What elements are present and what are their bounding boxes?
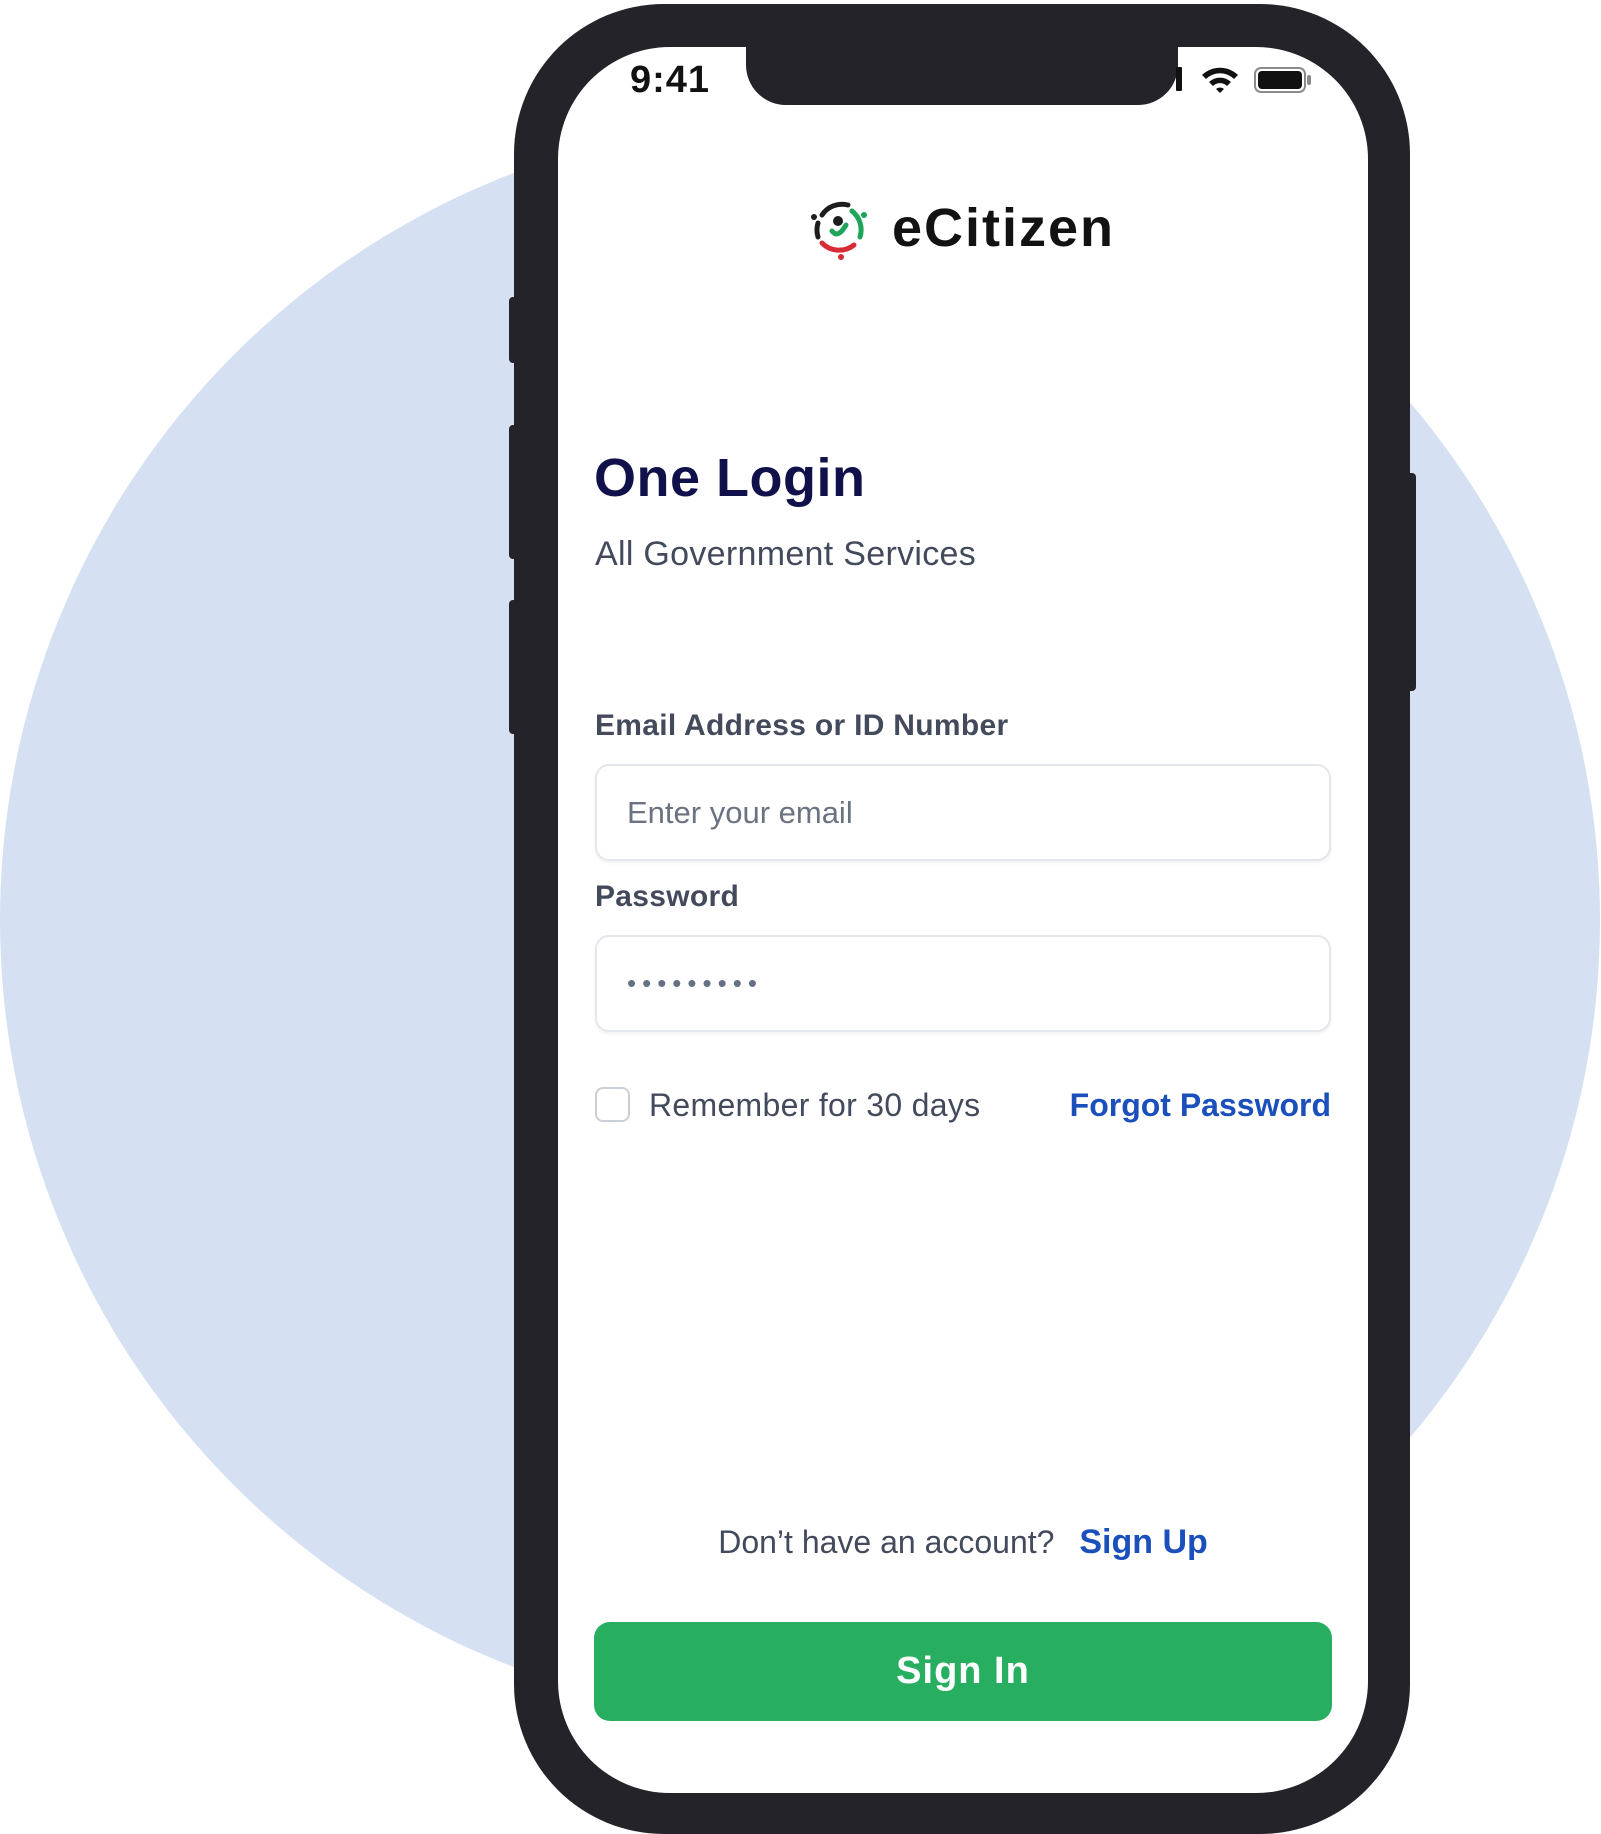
remember-label[interactable]: Remember for 30 days — [649, 1087, 980, 1124]
password-input[interactable]: ••••••••• — [595, 935, 1331, 1032]
battery-icon — [1254, 67, 1311, 93]
email-input[interactable] — [595, 764, 1331, 861]
status-time: 9:41 — [630, 59, 711, 101]
remember-row: Remember for 30 days Forgot Password — [595, 1087, 1331, 1127]
phone-notch — [746, 47, 1178, 105]
brand-name: eCitizen — [892, 198, 1116, 258]
ecitizen-logo-icon — [811, 201, 867, 260]
brand: eCitizen — [808, 195, 1148, 261]
cellular-icon — [1176, 67, 1182, 91]
signup-row: Don’t have an account? Sign Up — [558, 1523, 1368, 1562]
remember-checkbox[interactable] — [595, 1087, 630, 1122]
page-subtitle: All Government Services — [595, 535, 977, 573]
signup-link[interactable]: Sign Up — [1079, 1523, 1207, 1561]
sign-in-button[interactable]: Sign In — [594, 1622, 1332, 1721]
password-value: ••••••••• — [627, 968, 763, 998]
signup-prompt: Don’t have an account? — [718, 1524, 1055, 1560]
wifi-icon — [1202, 67, 1238, 93]
email-label: Email Address or ID Number — [595, 709, 1009, 742]
page-title: One Login — [594, 448, 866, 508]
password-label: Password — [595, 880, 740, 913]
phone-screen: 9:41 eCitizen One Login All Government S… — [558, 47, 1368, 1793]
forgot-password-link[interactable]: Forgot Password — [1070, 1087, 1331, 1124]
status-icons — [1170, 65, 1320, 95]
